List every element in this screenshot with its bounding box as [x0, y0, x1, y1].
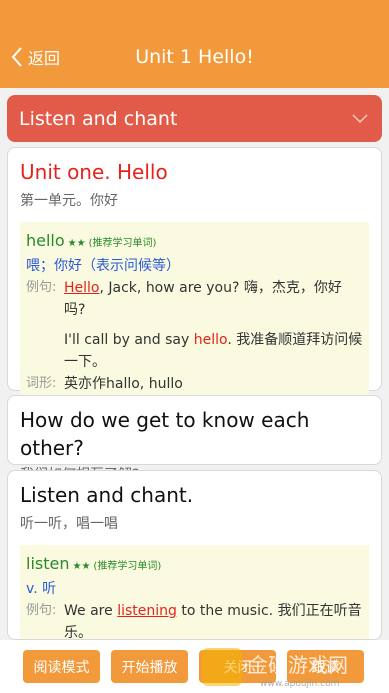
sentence-en: How do we get to know each other? [20, 408, 310, 460]
section-header[interactable]: Listen and chant [7, 95, 382, 142]
read-mode-button[interactable]: 阅读模式 [23, 650, 100, 683]
close-button[interactable]: 关闭 [199, 650, 276, 683]
sentence-zh: 听一听，唱一唱 [20, 516, 118, 532]
example-text: We are [64, 603, 118, 619]
example-highlight: Hello [64, 280, 100, 296]
dict-tag: (推荐学习单词) [93, 561, 162, 572]
dict-meaning: 喂；你好（表示问候等） [26, 258, 180, 274]
forms-label: 词形: [26, 376, 57, 391]
sentence-card[interactable]: Unit one. Hello 第一单元。你好 hello ★★ (推荐学习单词… [7, 147, 382, 401]
forms-text: 英亦作hallo, hullo [64, 376, 183, 392]
forms-row: 词形: 英亦作hallo, hullo [26, 373, 363, 395]
dict-meaning: v. 听 [26, 581, 57, 597]
example-row: 例句: Hello, Jack, how are you? 嗨，杰克，你好吗? … [26, 277, 363, 373]
sentence-zh: 第一单元。你好 [20, 193, 118, 209]
star-icon: ★★ [72, 561, 91, 572]
dict-word[interactable]: listen [26, 553, 69, 575]
dict-tag: (推荐学习单词) [88, 238, 157, 249]
start-play-button[interactable]: 开始播放 [111, 650, 188, 683]
star-icon: ★★ [67, 238, 86, 249]
chevron-down-icon[interactable] [352, 113, 368, 124]
sentence-card[interactable]: How do we get to know each other? 我们如何相互… [7, 395, 382, 483]
sentence-en: Listen and chant. [20, 483, 194, 507]
follow-read-button[interactable]: 跟读 [287, 650, 364, 683]
page-title: Unit 1 Hello! [135, 46, 254, 68]
sentence-en: Unit one. Hello [20, 160, 168, 184]
section-title: Listen and chant [19, 107, 178, 130]
dictionary-entry: listen ★★ (推荐学习单词) v. 听 例句: We are liste… [20, 545, 369, 639]
app-header: 返回 Unit 1 Hello! [0, 0, 389, 88]
example-text: , Jack, how are you? 嗨，杰克，你好吗? [64, 280, 342, 318]
example-label: 例句: [26, 280, 57, 295]
example-label: 例句: [26, 603, 57, 618]
example-row: 例句: We are listening to the music. 我们正在听… [26, 600, 363, 639]
example-highlight: listening [117, 603, 177, 619]
example-highlight: hello [193, 332, 228, 348]
dictionary-entry: hello ★★ (推荐学习单词) 喂；你好（表示问候等） 例句: Hello,… [20, 222, 369, 401]
dict-word[interactable]: hello [26, 230, 65, 252]
sentence-card[interactable]: Listen and chant. 听一听，唱一唱 listen ★★ (推荐学… [7, 470, 382, 640]
bottom-toolbar: 阅读模式 开始播放 关闭 跟读 [0, 640, 389, 693]
example-text: I'll call by and say [64, 332, 194, 348]
